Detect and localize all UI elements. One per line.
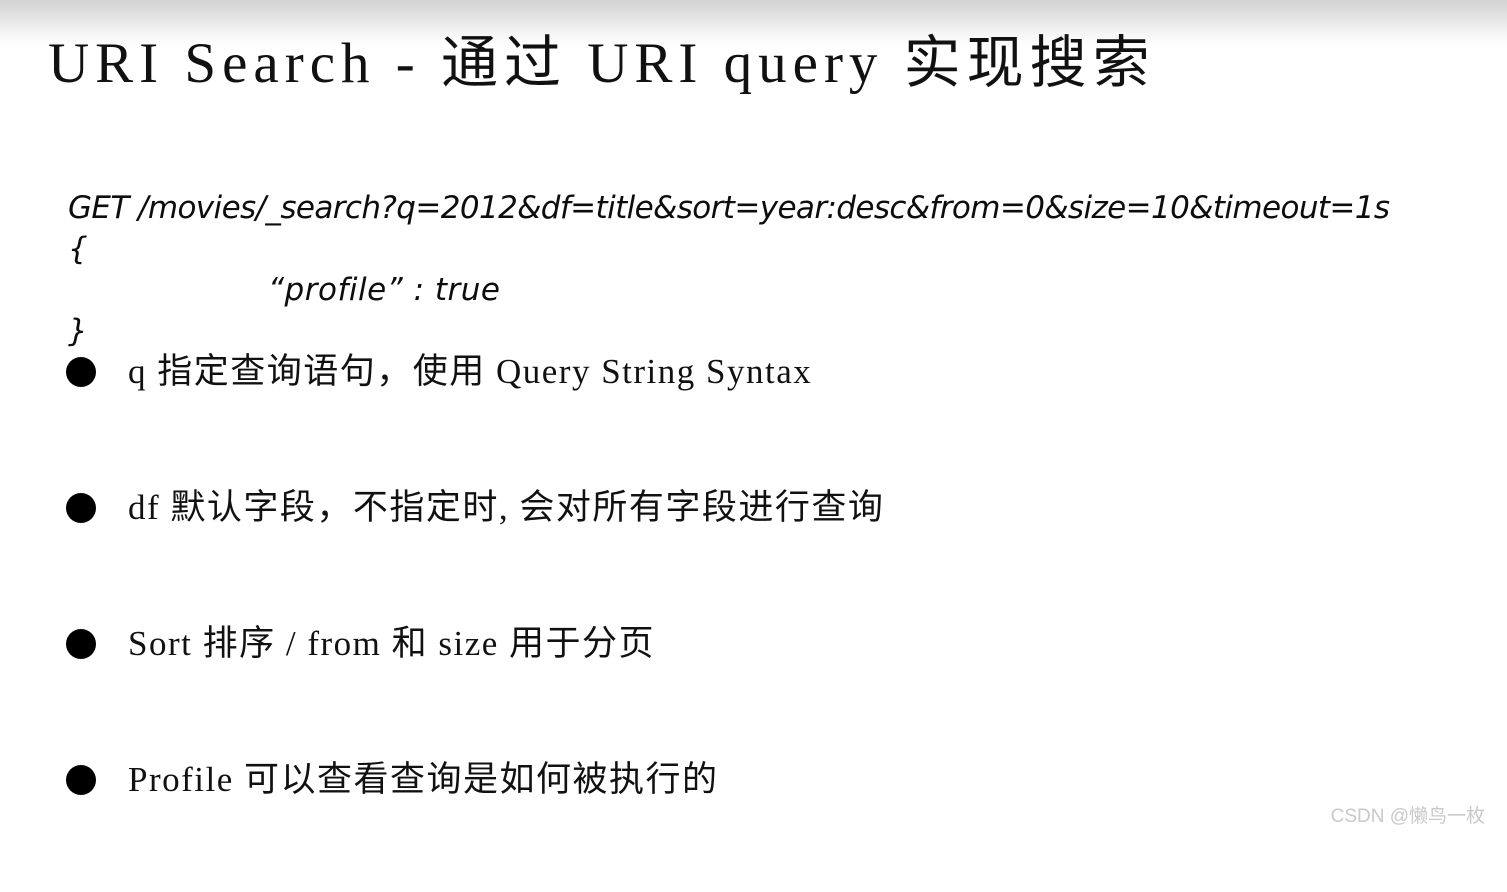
bullet-dot-icon xyxy=(66,629,96,659)
bullet-dot-icon xyxy=(66,765,96,795)
bullet-dot-icon xyxy=(66,493,96,523)
bullet-list: q 指定查询语句，使用 Query String Syntax df 默认字段，… xyxy=(62,348,1462,892)
list-item: Sort 排序 / from 和 size 用于分页 xyxy=(62,620,1462,756)
slide-canvas: URI Search - 通过 URI query 实现搜索 GET /movi… xyxy=(0,0,1507,841)
list-item-label: df 默认字段，不指定时, 会对所有字段进行查询 xyxy=(128,488,885,527)
code-block: GET /movies/_search?q=2012&df=title&sort… xyxy=(68,188,1488,352)
bullet-dot-icon xyxy=(66,357,96,387)
list-item: df 默认字段，不指定时, 会对所有字段进行查询 xyxy=(62,484,1462,620)
page-title: URI Search - 通过 URI query 实现搜索 xyxy=(48,32,1156,95)
list-item: Profile 可以查看查询是如何被执行的 xyxy=(62,756,1462,892)
list-item-label: Profile 可以查看查询是如何被执行的 xyxy=(128,760,719,799)
list-item-label: q 指定查询语句，使用 Query String Syntax xyxy=(128,352,813,391)
code-line-brace-close: } xyxy=(68,313,88,349)
code-line-brace-open: { xyxy=(68,231,88,267)
list-item-label: Sort 排序 / from 和 size 用于分页 xyxy=(128,624,656,663)
code-line-body: “profile” : true xyxy=(268,272,501,308)
csdn-watermark: CSDN @懒鸟一枚 xyxy=(1330,806,1485,827)
list-item: q 指定查询语句，使用 Query String Syntax xyxy=(62,348,1462,484)
code-line-request: GET /movies/_search?q=2012&df=title&sort… xyxy=(68,190,1390,226)
